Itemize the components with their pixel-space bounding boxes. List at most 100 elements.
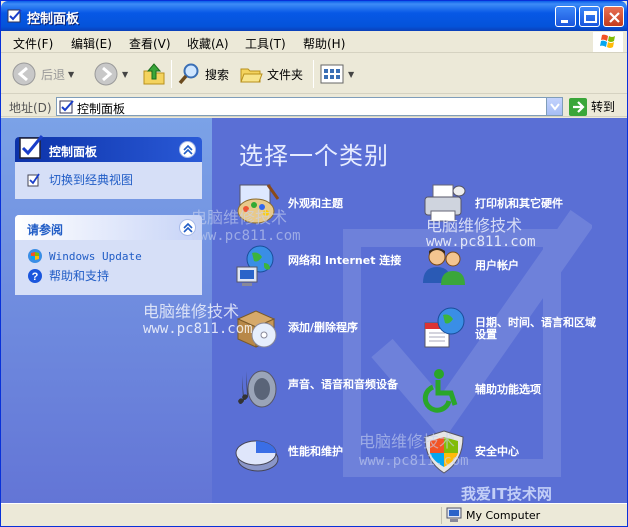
forward-dropdown-icon[interactable]: ▼ — [122, 70, 128, 79]
windows-update-label: Windows Update — [49, 249, 142, 263]
windows-update-link[interactable]: Windows Update — [27, 248, 142, 264]
control-panel-small-icon — [59, 100, 74, 114]
help-support-link[interactable]: ? 帮助和支持 — [27, 267, 109, 284]
switch-classic-view-link[interactable]: 切换到经典视图 — [27, 171, 133, 188]
corner-watermark: 我爱IT技术网 — [461, 485, 552, 503]
control-panel-section-title: 控制面板 — [49, 145, 98, 159]
category-security-center-label: 安全中心 — [475, 445, 519, 458]
menu-file[interactable]: 文件(F) — [13, 35, 53, 52]
category-sound-audio[interactable]: 声音、语音和音频设备 — [234, 367, 418, 413]
close-button[interactable] — [603, 6, 624, 27]
up-folder-button[interactable] — [141, 60, 167, 88]
category-accessibility[interactable]: 辅助功能选项 — [421, 367, 605, 413]
watermark-text: 电脑维修技术 — [359, 432, 456, 451]
category-sound-audio-label: 声音、语音和音频设备 — [288, 378, 398, 391]
views-button[interactable]: ▼ — [319, 60, 354, 88]
watermark-url: www.pc811.com — [143, 321, 253, 337]
menu-view[interactable]: 查看(V) — [129, 35, 171, 52]
address-bar: 地址(D) 控制面板 转到 — [1, 95, 627, 117]
svg-text:?: ? — [32, 271, 39, 283]
category-network-internet-label: 网络和 Internet 连接 — [288, 254, 402, 267]
toolbar-separator — [313, 60, 314, 88]
forward-button[interactable]: ▼ — [93, 60, 128, 88]
search-button[interactable]: 搜索 — [177, 60, 229, 88]
watermark-url: www.pc811.com — [191, 228, 301, 244]
accessibility-wheelchair-icon — [422, 369, 458, 413]
search-label: 搜索 — [205, 67, 230, 82]
category-network-internet[interactable]: 网络和 Internet 连接 — [234, 243, 418, 289]
category-date-time-language-label: 日期、时间、语言和区域设置 — [475, 316, 596, 341]
watermark-url: www.pc811.com — [426, 234, 536, 250]
views-icon — [320, 64, 344, 84]
back-button[interactable]: 后退 ▼ — [11, 60, 74, 88]
menu-bar: 文件(F) 编辑(E) 查看(V) 收藏(A) 工具(T) 帮助(H) — [1, 31, 627, 53]
windows-logo-icon — [593, 32, 623, 52]
go-arrow-icon — [569, 97, 587, 116]
control-panel-icon — [7, 9, 22, 23]
collapse-button[interactable] — [179, 141, 196, 158]
search-icon — [178, 63, 199, 85]
back-label: 后退 — [41, 67, 66, 82]
back-dropdown-icon[interactable]: ▼ — [68, 70, 74, 79]
control-panel-icon — [19, 135, 44, 159]
watermark-text: 电脑维修技术 — [191, 208, 288, 227]
status-zone: My Computer — [441, 507, 621, 524]
minimize-icon — [561, 20, 568, 23]
go-button[interactable]: 转到 — [569, 97, 615, 116]
category-printers-hardware-label: 打印机和其它硬件 — [475, 197, 563, 210]
see-also-section: 请参阅 Windows Update ? 帮助和支持 — [15, 215, 202, 295]
chevron-down-icon — [550, 103, 560, 111]
folders-icon — [240, 68, 263, 83]
toolbar: 后退 ▼ ▼ 搜索 文件夹 ▼ — [1, 54, 627, 94]
help-support-label: 帮助和支持 — [49, 269, 110, 283]
help-icon: ? — [28, 268, 42, 283]
address-dropdown-button[interactable] — [546, 98, 562, 115]
maximize-icon — [584, 11, 597, 23]
watermark-text: 电脑维修技术 — [143, 302, 240, 321]
menu-edit[interactable]: 编辑(E) — [71, 35, 112, 52]
sound-speaker-icon — [238, 370, 277, 408]
classic-view-icon — [27, 173, 40, 186]
page-title: 选择一个类别 — [239, 142, 389, 170]
content-area: 控制面板 切换到经典视图 请参阅 Windows Update ? 帮助和支持 … — [1, 118, 627, 503]
address-value: 控制面板 — [77, 102, 126, 116]
views-dropdown-icon[interactable]: ▼ — [348, 70, 354, 79]
category-add-remove-programs[interactable]: 添加/删除程序 — [234, 305, 418, 351]
network-globe-icon — [236, 245, 274, 286]
address-label: 地址(D) — [9, 101, 52, 115]
maximize-button[interactable] — [579, 6, 600, 27]
chevron-up-icon — [183, 144, 193, 155]
see-also-title: 请参阅 — [27, 223, 64, 237]
go-label: 转到 — [591, 100, 616, 114]
up-folder-icon — [143, 63, 165, 85]
windows-update-icon — [28, 249, 42, 263]
menu-help[interactable]: 帮助(H) — [303, 35, 345, 52]
switch-classic-view-label: 切换到经典视图 — [49, 173, 134, 187]
window-title: 控制面板 — [27, 12, 80, 27]
menu-tools[interactable]: 工具(T) — [245, 35, 286, 52]
watermark-url: www.pc811.com — [359, 453, 469, 469]
control-panel-section-header[interactable]: 控制面板 — [15, 135, 202, 162]
my-computer-icon — [446, 507, 462, 522]
control-panel-window: 控制面板 文件(F) 编辑(E) 查看(V) 收藏(A) 工具(T) 帮助(H) — [0, 0, 628, 527]
address-input[interactable]: 控制面板 — [56, 97, 563, 116]
folders-label: 文件夹 — [267, 67, 304, 82]
title-bar[interactable]: 控制面板 — [1, 1, 627, 31]
menu-favorites[interactable]: 收藏(A) — [187, 35, 229, 52]
forward-arrow-icon — [94, 62, 118, 86]
folders-button[interactable]: 文件夹 — [239, 60, 303, 88]
watermark-text: 电脑维修技术 — [426, 216, 523, 235]
minimize-button[interactable] — [555, 6, 576, 27]
category-appearance-label: 外观和主题 — [288, 197, 343, 210]
category-date-time-language[interactable]: 日期、时间、语言和区域设置 — [421, 305, 605, 351]
category-user-accounts-label: 用户帐户 — [475, 259, 519, 272]
date-time-globe-icon — [424, 307, 465, 348]
performance-chart-icon — [235, 440, 279, 472]
status-bar: My Computer — [1, 503, 627, 526]
toolbar-separator — [171, 60, 172, 88]
see-also-section-header[interactable]: 请参阅 — [15, 215, 202, 240]
back-arrow-icon — [12, 62, 36, 86]
status-zone-text: My Computer — [466, 509, 541, 522]
category-accessibility-label: 辅助功能选项 — [475, 383, 541, 396]
category-add-remove-programs-label: 添加/删除程序 — [288, 321, 359, 334]
